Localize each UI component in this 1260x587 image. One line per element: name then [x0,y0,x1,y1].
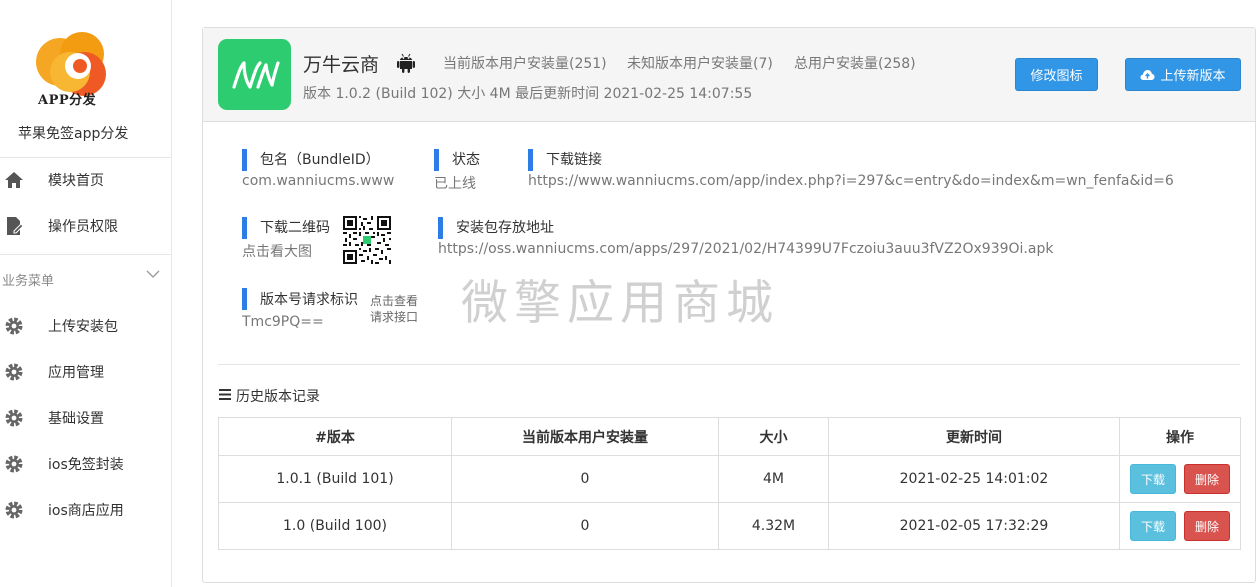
size-cell: 4M [718,455,829,503]
version-cell: 1.0.1 (Build 101) [218,455,452,503]
brand-name: 苹果免签app分发 [18,126,129,142]
sidebar-item-label: 应用管理 [48,365,104,381]
upload-new-version-button[interactable]: 上传新版本 [1125,58,1241,91]
label-marker [528,149,533,171]
delete-button[interactable]: 删除 [1184,464,1231,494]
column-header-actions: 操作 [1119,417,1241,456]
version-history-table: #版本 当前版本用户安装量 大小 更新时间 操作 1.0.1 (Build 10… [218,417,1241,550]
sidebar-item-app-management[interactable]: 应用管理 [0,350,171,394]
qr-view-large-link[interactable]: 点击看大图 [242,241,312,261]
download-button[interactable]: 下载 [1129,464,1176,494]
package-path-value[interactable]: https://oss.wanniucms.com/apps/297/2021/… [438,241,1053,257]
gear-icon [4,316,24,336]
divider [218,364,1240,365]
table-row: 1.0.1 (Build 101) 0 4M 2021-02-25 14:01:… [218,455,1241,503]
download-qr-code[interactable] [343,216,391,264]
sidebar-item-ios-signature-wrap[interactable]: ios免签封装 [0,442,171,486]
column-header-updated: 更新时间 [828,417,1120,456]
home-icon [4,170,24,190]
sidebar-item-operator-permissions[interactable]: 操作员权限 [0,204,171,248]
installs-cell: 0 [451,455,719,503]
gear-icon [4,408,24,428]
view-link-line: 请求接口 [370,310,419,324]
status-label: 状态 [452,152,480,168]
current-version-installs: 当前版本用户安装量(251) [443,56,607,72]
download-link-value[interactable]: https://www.wanniucms.com/app/index.php?… [528,173,1174,189]
version-request-label: 版本号请求标识 [260,292,358,308]
sidebar-item-ios-store-apps[interactable]: ios商店应用 [0,488,171,532]
android-icon [395,52,417,78]
sidebar-item-upload-package[interactable]: 上传安装包 [0,304,171,348]
sidebar-item-label: 操作员权限 [48,219,118,235]
view-link-line: 点击查看 [370,294,419,308]
sidebar-item-basic-settings[interactable]: 基础设置 [0,396,171,440]
gear-icon [4,362,24,382]
edit-icon-button[interactable]: 修改图标 [1015,58,1098,91]
chevron-down-icon [146,267,160,283]
gear-icon [4,500,24,520]
label-marker [242,217,247,239]
section-business-menu[interactable]: 业务菜单 [0,264,171,292]
sidebar-item-home[interactable]: 模块首页 [0,158,171,202]
cloud-upload-icon [1140,69,1155,81]
sidebar-item-label: 模块首页 [48,173,104,189]
list-icon [219,388,231,404]
version-request-value: Tmc9PQ== [242,314,324,330]
version-cell: 1.0 (Build 100) [218,502,452,550]
label-marker [242,288,247,310]
gear-icon [4,454,24,474]
column-header-version: #版本 [218,417,452,456]
upload-button-label: 上传新版本 [1160,69,1226,84]
actions-cell: 下载 删除 [1119,502,1241,550]
download-button[interactable]: 下载 [1129,511,1176,541]
sidebar-item-label: 上传安装包 [48,319,118,335]
unknown-version-installs: 未知版本用户安装量(7) [627,56,773,72]
watermark: 微擎应用商城 [461,276,779,331]
app-detail-panel: 万牛云商 当前版本用户安装量(251) 未知版本用户安装量(7) 总用户安装量(… [202,27,1256,583]
app-name: 万牛云商 [303,54,380,76]
delete-button[interactable]: 删除 [1184,511,1231,541]
table-header-row: #版本 当前版本用户安装量 大小 更新时间 操作 [218,417,1241,456]
app-icon [218,39,291,110]
app-version-meta: 版本 1.0.2 (Build 102) 大小 4M 最后更新时间 2021-0… [303,86,753,102]
updated-cell: 2021-02-05 17:32:29 [828,502,1120,550]
section-label: 业务菜单 [2,274,55,289]
document-edit-icon [4,216,24,236]
total-installs: 总用户安装量(258) [794,56,916,72]
label-marker [434,149,439,171]
package-path-label: 安装包存放地址 [456,220,554,236]
history-section-title: 历史版本记录 [219,386,320,406]
sidebar-item-label: ios商店应用 [48,503,124,519]
history-title-text: 历史版本记录 [236,389,320,405]
updated-cell: 2021-02-25 14:01:02 [828,455,1120,503]
label-marker [242,149,247,171]
installs-cell: 0 [451,502,719,550]
bundle-id-value: com.wanniucms.www [242,173,395,189]
logo-text: APP分发 [38,93,97,108]
status-value: 已上线 [434,176,476,192]
bundle-id-label: 包名（BundleID） [260,152,380,168]
view-request-api-link[interactable]: 点击查看 请求接口 [370,293,418,325]
nav-divider [0,254,171,255]
size-cell: 4.32M [718,502,829,550]
label-marker [438,217,443,239]
actions-cell: 下载 删除 [1119,455,1241,503]
sidebar-item-label: ios免签封装 [48,457,124,473]
sidebar-item-label: 基础设置 [48,411,104,427]
app-header: 万牛云商 当前版本用户安装量(251) 未知版本用户安装量(7) 总用户安装量(… [203,28,1255,122]
qr-code-label: 下载二维码 [260,220,330,236]
column-header-installs: 当前版本用户安装量 [451,417,719,456]
download-link-label: 下载链接 [546,152,602,168]
column-header-size: 大小 [718,417,829,456]
table-row: 1.0 (Build 100) 0 4.32M 2021-02-05 17:32… [218,502,1241,550]
sidebar: APP分发 苹果免签app分发 模块首页 操作员权限 业务菜单 上传安装包 应用… [0,0,172,587]
